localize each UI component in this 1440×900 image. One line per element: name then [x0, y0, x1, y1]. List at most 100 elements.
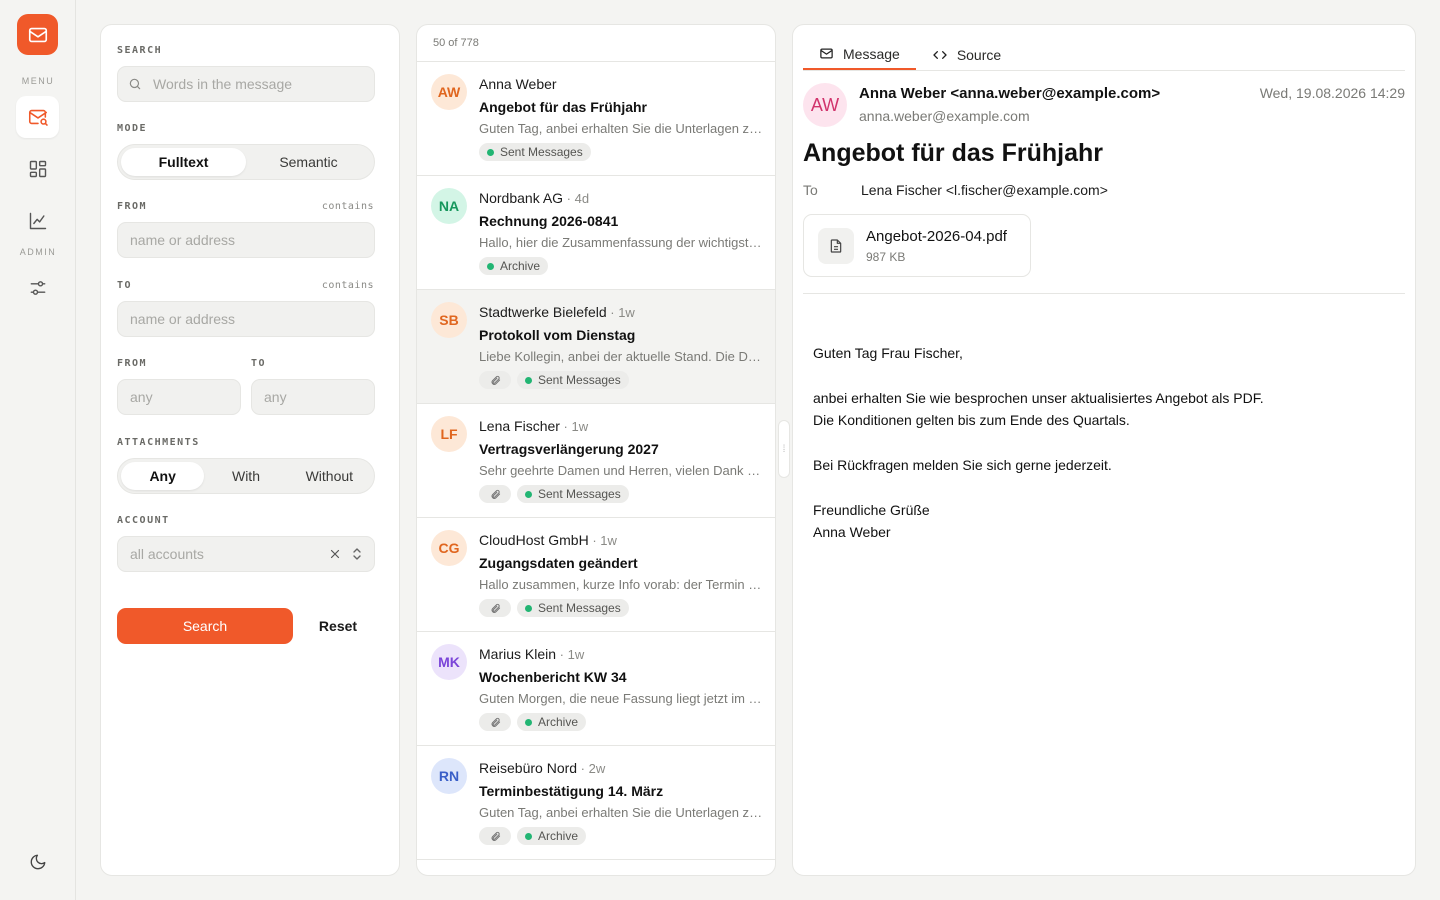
to-field-placeholder: name or address [130, 311, 236, 327]
body-line: Die Konditionen gelten bis zum Ende des … [813, 412, 1130, 428]
mail-logo-icon [28, 27, 47, 42]
search-input[interactable]: Words in the message [117, 66, 375, 102]
result-count: 50 of 778 [417, 25, 775, 62]
body-line: Freundliche Grüße [813, 502, 930, 518]
search-icon [129, 78, 141, 90]
attachments-option-with[interactable]: With [204, 462, 287, 490]
avatar: AW [431, 74, 467, 110]
theme-toggle-button[interactable] [16, 841, 59, 883]
paperclip-icon [491, 375, 500, 385]
list-item-preview: Liebe Kollegin, anbei der aktuelle Stand… [479, 349, 763, 364]
to-label: TO [117, 280, 133, 291]
rail-item-chart[interactable] [16, 200, 59, 242]
sender-name: Stadtwerke Bielefeld [479, 304, 607, 320]
tab-message[interactable]: Message [803, 39, 916, 70]
list-item[interactable]: RN Reisebüro Nord · 2w Terminbestätigung 1… [417, 746, 775, 860]
status-dot [525, 376, 532, 384]
body-line: Anna Weber [813, 524, 891, 540]
list-item[interactable]: AW Anna Weber Angebot für das Frühjahr Gute… [417, 62, 775, 176]
attachment-size: 987 KB [866, 250, 906, 264]
attachment-name: Angebot-2026-04.pdf [866, 228, 1007, 245]
list-item-sender: CloudHost GmbH · 1w [479, 532, 617, 548]
sender-name: Nordbank AG [479, 190, 564, 206]
account-select-placeholder: all accounts [130, 546, 204, 562]
list-item-sender: Lena Fischer · 1w [479, 418, 588, 434]
sender-address: anna.weber@example.com [859, 108, 1030, 124]
account-label: ACCOUNT [117, 515, 170, 526]
chart-icon [29, 212, 46, 230]
message-age: · 4d [563, 191, 590, 206]
list-item-preview: Hallo, hier die Zusammenfassung der wich… [479, 235, 763, 250]
mode-option-semantic[interactable]: Semantic [246, 148, 371, 176]
folder-badge: Sent Messages [517, 371, 629, 389]
message-subject: Angebot für das Frühjahr [803, 139, 1103, 167]
status-dot [525, 832, 532, 840]
resize-handle[interactable]: ⁞ [778, 420, 790, 478]
rail-item-settings[interactable] [16, 267, 59, 309]
list-item-subject: Vertragsverlängerung 2027 [479, 441, 659, 457]
tab-source[interactable]: Source [916, 39, 1017, 70]
sender-name: Anna Weber [479, 76, 557, 92]
avatar: CG [431, 530, 467, 566]
settings-sliders-icon [30, 281, 45, 295]
search-label: SEARCH [117, 45, 163, 56]
attachment-badge [479, 713, 511, 731]
code-icon [933, 50, 947, 59]
mode-option-fulltext[interactable]: Fulltext [121, 148, 246, 176]
list-item-preview: Sehr geehrte Damen und Herren, vielen Da… [479, 463, 763, 478]
tab-message-label: Message [843, 45, 900, 62]
list-item[interactable]: NA Nordbank AG · 4d Rechnung 2026-0841 Hall… [417, 176, 775, 290]
rail-item-mail-search[interactable] [16, 96, 59, 138]
paperclip-icon [491, 831, 500, 841]
list-item-sender: Anna Weber [479, 76, 557, 92]
app-logo[interactable] [17, 14, 58, 55]
date-to-field[interactable]: any [251, 379, 375, 415]
avatar: NA [431, 188, 467, 224]
list-item-tags: Archive [479, 713, 587, 731]
message-age: · 2w [577, 761, 606, 776]
list-item[interactable]: SB Stadtwerke Bielefeld · 1w Protokoll vom… [417, 290, 775, 404]
rail-item-dashboard[interactable] [16, 148, 59, 190]
folder-badge: Sent Messages [517, 485, 629, 503]
to-field[interactable]: name or address [117, 301, 375, 337]
avatar: SB [431, 302, 467, 338]
attachments-label: ATTACHMENTS [117, 437, 200, 448]
message-age: · 1w [606, 305, 635, 320]
header-divider [803, 293, 1405, 294]
date-from-placeholder: any [130, 389, 153, 405]
status-dot [487, 148, 494, 156]
search-button[interactable]: Search [117, 608, 293, 644]
recipient-label: To [803, 182, 818, 198]
attachment-badge [479, 827, 511, 845]
list-item[interactable]: CG CloudHost GmbH · 1w Zugangsdaten geände… [417, 518, 775, 632]
date-from-label: FROM [117, 358, 148, 369]
list-item-sender: Reisebüro Nord · 2w [479, 760, 605, 776]
clear-icon[interactable] [329, 548, 341, 560]
status-dot [525, 718, 532, 726]
attachment-badge [479, 485, 511, 503]
avatar: RN [431, 758, 467, 794]
list-item-tags: Archive [479, 257, 549, 275]
attachments-option-any[interactable]: Any [121, 462, 205, 490]
date-from-field[interactable]: any [117, 379, 241, 415]
attachments-option-without[interactable]: Without [288, 462, 371, 490]
date-to-label: TO [251, 358, 267, 369]
list-item[interactable]: MK Marius Klein · 1w Wochenbericht KW 34 Gu… [417, 632, 775, 746]
paperclip-icon [491, 489, 500, 499]
list-item-subject: Rechnung 2026-0841 [479, 213, 619, 229]
reset-button[interactable]: Reset [301, 608, 375, 644]
account-select[interactable]: all accounts [117, 536, 375, 572]
list-item-subject: Zugangsdaten geändert [479, 555, 638, 571]
moon-icon [30, 854, 45, 870]
list-item-sender: Marius Klein · 1w [479, 646, 584, 662]
sender-avatar: AW [803, 83, 847, 127]
list-item-tags: Sent Messages [479, 143, 591, 161]
search-filter-panel: SEARCH Words in the message MODE Fulltex… [100, 24, 400, 876]
mail-search-icon [28, 109, 48, 126]
list-item[interactable]: LF Lena Fischer · 1w Vertragsverlängerung … [417, 404, 775, 518]
attachment-card[interactable]: Angebot-2026-04.pdf 987 KB [803, 214, 1031, 277]
mail-icon [820, 48, 833, 59]
from-field[interactable]: name or address [117, 222, 375, 258]
message-reader: Message Source AW Anna Weber <anna.weber… [792, 24, 1416, 876]
paperclip-icon [491, 603, 500, 613]
